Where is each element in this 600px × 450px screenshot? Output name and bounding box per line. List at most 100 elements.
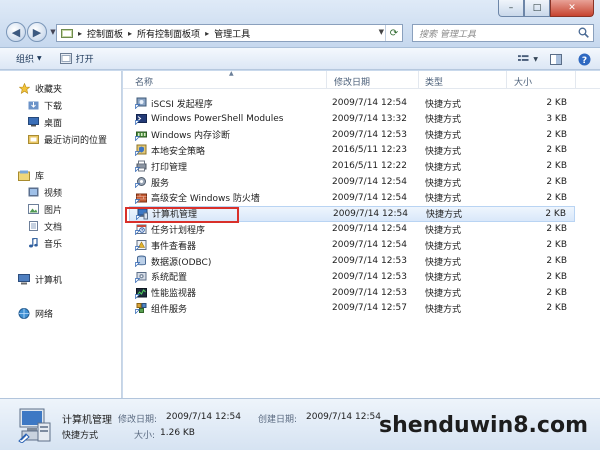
help-button[interactable]: ?: [574, 51, 594, 67]
column-divider[interactable]: [506, 71, 507, 89]
libraries-icon: [18, 170, 30, 181]
search-input[interactable]: 搜索 管理工具: [412, 24, 594, 42]
maximize-button[interactable]: □: [524, 0, 550, 17]
column-divider[interactable]: [326, 71, 327, 89]
file-type: 快捷方式: [425, 304, 462, 315]
file-modified-date: 2016/5/11 12:22: [332, 161, 407, 172]
file-row[interactable]: 事件查看器 2009/7/14 12:54 快捷方式 2 KB: [129, 237, 575, 253]
performance-monitor-icon: [135, 287, 147, 299]
nav-pictures[interactable]: 图片: [27, 202, 62, 216]
details-size-value: 1.26 KB: [160, 428, 195, 438]
file-type: 快捷方式: [425, 162, 462, 173]
file-name: Windows PowerShell Modules: [135, 113, 283, 125]
nav-music[interactable]: 音乐: [27, 236, 62, 250]
file-size: 2 KB: [546, 256, 567, 266]
close-button[interactable]: ✕: [550, 0, 594, 17]
search-icon: [578, 27, 589, 38]
file-name-text: 任务计划程序: [151, 225, 206, 236]
address-dropdown-icon[interactable]: ▼: [379, 28, 384, 36]
file-name: 服务: [135, 176, 169, 189]
file-row[interactable]: 本地安全策略 2016/5/11 12:23 快捷方式 2 KB: [129, 142, 575, 158]
navigation-pane: 收藏夹 下载 桌面 最近访问的位置 库 视频 图片 文档 音乐 计算机 网络: [0, 71, 122, 398]
firewall-icon: [135, 193, 147, 204]
preview-pane-button[interactable]: [546, 51, 566, 67]
downloads-folder-icon: [27, 100, 39, 111]
nav-recent-label: 最近访问的位置: [44, 135, 108, 146]
desktop-icon: [27, 117, 39, 128]
breadcrumb-separator-icon: ▸: [205, 28, 210, 38]
back-button[interactable]: ◀: [6, 22, 26, 42]
file-size: 2 KB: [546, 161, 567, 172]
memory-diagnostic-icon: [135, 131, 147, 141]
open-button[interactable]: 打开: [54, 50, 100, 68]
nav-music-label: 音乐: [44, 239, 63, 250]
nav-libraries[interactable]: 库: [18, 168, 44, 182]
nav-network-label: 网络: [35, 309, 54, 320]
file-type: 快捷方式: [425, 273, 462, 284]
file-size: 2 KB: [546, 129, 567, 140]
breadcrumb-admin-tools[interactable]: 管理工具: [214, 27, 250, 40]
file-modified-date: 2009/7/14 12:54: [332, 192, 407, 203]
chevron-down-icon: ▼: [533, 55, 538, 63]
change-view-button[interactable]: ▼: [518, 51, 538, 67]
watermark-text: shenduwin8.com: [378, 413, 588, 438]
column-header-size[interactable]: 大小: [514, 75, 532, 88]
nav-favorites-label: 收藏夹: [35, 84, 63, 95]
file-name-text: 事件查看器: [151, 241, 197, 252]
file-name: 高级安全 Windows 防火墙: [135, 191, 260, 204]
file-row[interactable]: 打印管理 2016/5/11 12:22 快捷方式 2 KB: [129, 158, 575, 174]
nav-libraries-label: 库: [35, 171, 45, 182]
file-modified-date: 2009/7/14 12:53: [332, 256, 407, 266]
breadcrumb-control-panel[interactable]: 控制面板: [87, 27, 123, 40]
file-name: 事件查看器: [135, 239, 196, 252]
file-row[interactable]: 性能监视器 2009/7/14 12:53 快捷方式 2 KB: [129, 285, 575, 301]
details-modified-label: 修改日期:: [118, 415, 158, 425]
file-size: 2 KB: [546, 240, 567, 251]
file-row[interactable]: Windows 内存诊断 2009/7/14 12:53 快捷方式 2 KB: [129, 127, 575, 143]
file-type: 快捷方式: [425, 225, 462, 236]
minimize-button[interactable]: –: [498, 0, 524, 17]
details-size-label: 大小:: [134, 431, 156, 441]
file-row[interactable]: Windows PowerShell Modules 2009/7/14 13:3…: [129, 111, 575, 127]
music-library-icon: [27, 238, 39, 249]
file-row[interactable]: 任务计划程序 2009/7/14 12:54 快捷方式 2 KB: [129, 221, 575, 237]
refresh-button[interactable]: ⟳: [385, 25, 402, 41]
address-bar[interactable]: ▸ 控制面板 ▸ 所有控制面板项 ▸ 管理工具 ▼ ⟳: [56, 24, 403, 42]
computer-management-large-icon: [18, 408, 51, 443]
nav-documents[interactable]: 文档: [27, 219, 62, 233]
nav-videos[interactable]: 视频: [27, 185, 62, 199]
organize-menu-button[interactable]: 组织 ▼: [10, 50, 48, 68]
nav-network[interactable]: 网络: [18, 306, 53, 320]
file-row[interactable]: 服务 2009/7/14 12:54 快捷方式 2 KB: [129, 174, 575, 190]
forward-button[interactable]: ▶: [27, 22, 47, 42]
file-type: 快捷方式: [425, 115, 462, 126]
nav-favorites[interactable]: 收藏夹: [18, 81, 62, 95]
column-header-name[interactable]: 名称: [135, 75, 153, 88]
file-row[interactable]: iSCSI 发起程序 2009/7/14 12:54 快捷方式 2 KB: [129, 95, 575, 111]
details-file-name: 计算机管理: [62, 415, 112, 426]
file-name-text: 数据源(ODBC): [151, 257, 212, 268]
file-row[interactable]: 系统配置 2009/7/14 12:53 快捷方式 2 KB: [129, 269, 575, 285]
organize-label: 组织: [16, 55, 35, 65]
nav-downloads[interactable]: 下载: [27, 98, 62, 112]
chevron-down-icon: ▼: [50, 28, 56, 36]
file-name-text: 服务: [151, 178, 170, 189]
preview-pane-icon: [550, 53, 562, 65]
nav-desktop[interactable]: 桌面: [27, 115, 62, 129]
nav-computer[interactable]: 计算机: [18, 272, 62, 286]
column-divider[interactable]: [418, 71, 419, 89]
column-divider[interactable]: [575, 71, 576, 89]
recent-places-icon: [27, 134, 39, 145]
file-row[interactable]: 高级安全 Windows 防火墙 2009/7/14 12:54 快捷方式 2 KB: [129, 190, 575, 206]
file-modified-date: 2009/7/14 12:57: [332, 303, 407, 314]
security-policy-icon: [135, 144, 147, 157]
breadcrumb-all-items[interactable]: 所有控制面板项: [137, 27, 200, 40]
chevron-down-icon: ▼: [37, 55, 42, 62]
nav-recent-places[interactable]: 最近访问的位置: [27, 132, 107, 146]
column-header-date[interactable]: 修改日期: [334, 75, 370, 88]
file-row[interactable]: 组件服务 2009/7/14 12:57 快捷方式 2 KB: [129, 300, 575, 316]
picture-library-icon: [27, 204, 39, 215]
file-modified-date: 2009/7/14 13:32: [332, 113, 407, 124]
file-row[interactable]: 数据源(ODBC) 2009/7/14 12:53 快捷方式 2 KB: [129, 253, 575, 269]
column-header-type[interactable]: 类型: [425, 75, 443, 88]
